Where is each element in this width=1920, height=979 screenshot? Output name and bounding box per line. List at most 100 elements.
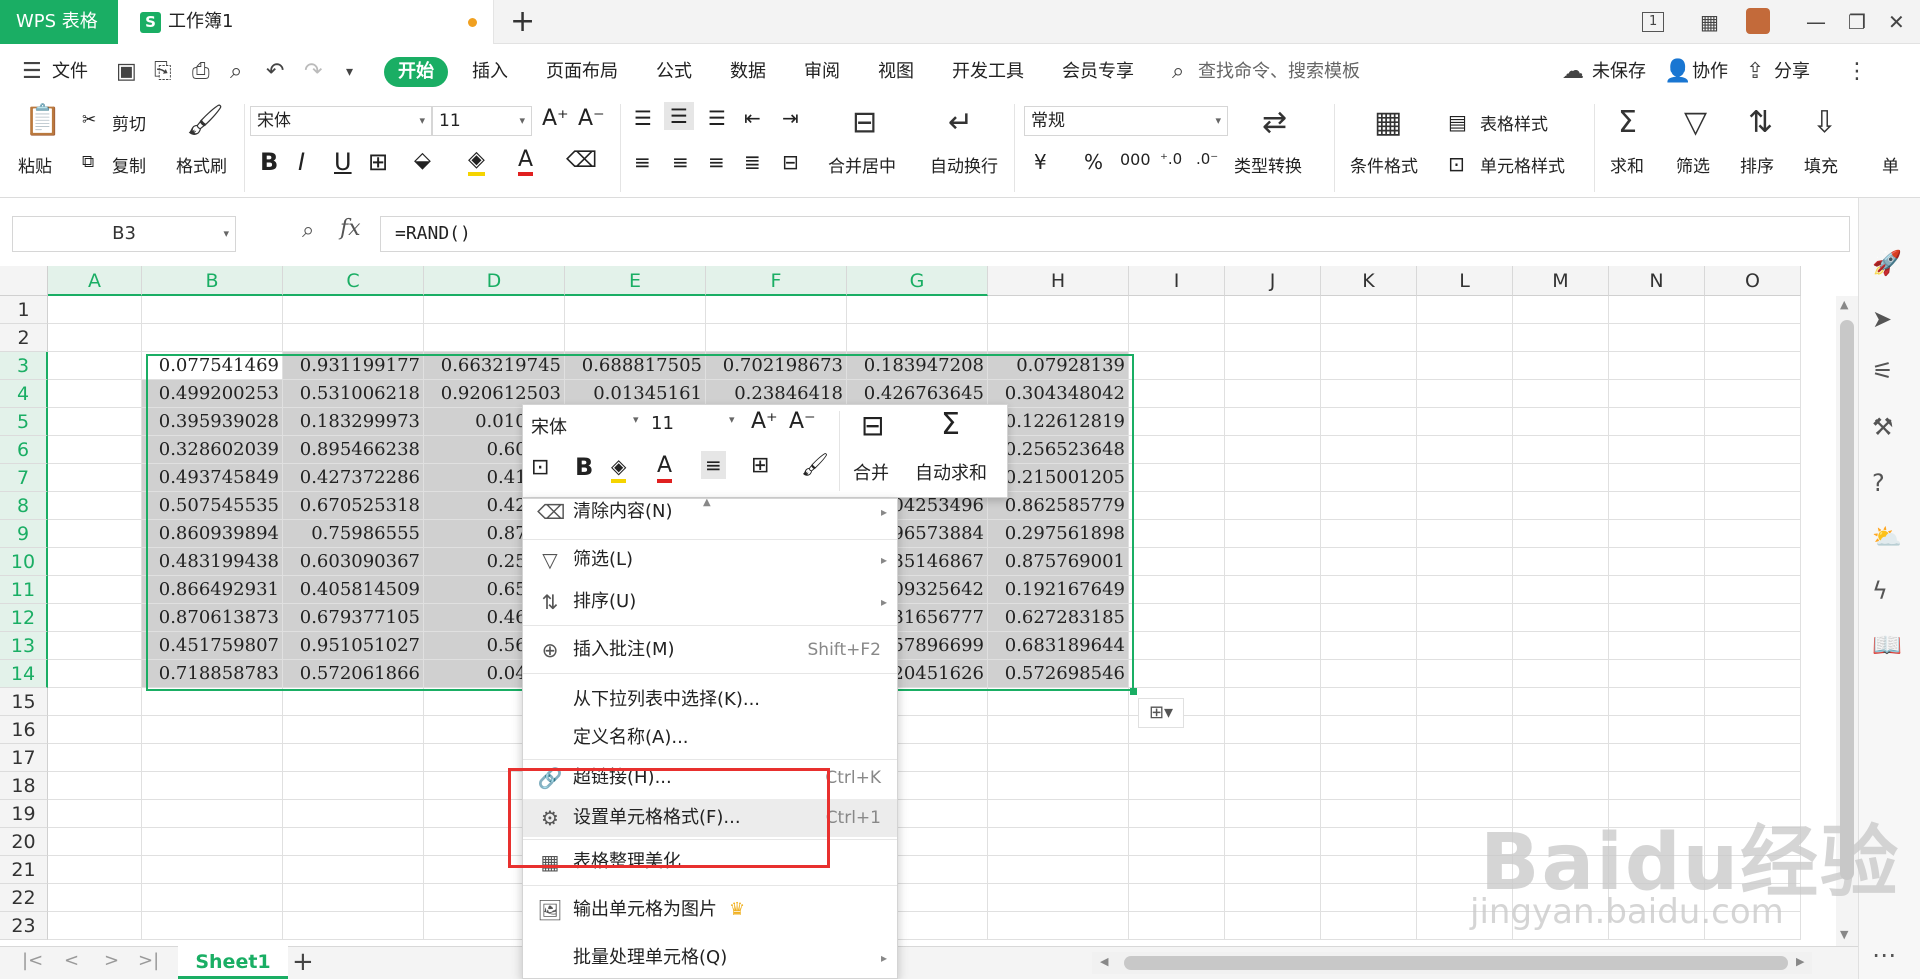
cell[interactable] (424, 296, 565, 324)
increase-font-icon[interactable]: A⁺ (751, 409, 778, 434)
column-header[interactable]: H (988, 266, 1129, 296)
cell[interactable] (1129, 884, 1225, 912)
cell[interactable]: 0.304348042 (988, 380, 1129, 408)
mini-align-icon[interactable]: ≡ (701, 451, 726, 479)
align-bottom-icon[interactable]: ☰ (708, 106, 726, 130)
cell[interactable] (48, 744, 142, 772)
cell[interactable] (1321, 856, 1417, 884)
cell[interactable] (1417, 436, 1513, 464)
column-header[interactable]: G (847, 266, 988, 296)
cell[interactable]: 0.931199177 (283, 352, 424, 380)
align-left-icon[interactable]: ≡ (634, 150, 651, 174)
fill-icon[interactable]: ⇩ (1812, 106, 1837, 140)
menu-item-batch-process[interactable]: 批量处理单元格(Q) ▸ (523, 939, 897, 977)
cell[interactable] (1321, 660, 1417, 688)
cell[interactable]: 0.572061866 (283, 660, 424, 688)
page-view-badge[interactable]: 1 (1642, 12, 1665, 32)
cell[interactable]: 0.862585779 (988, 492, 1129, 520)
cell[interactable] (1321, 576, 1417, 604)
cell[interactable]: 0.702198673 (706, 352, 847, 380)
cell[interactable] (48, 772, 142, 800)
cell[interactable] (48, 492, 142, 520)
row-header[interactable]: 4 (0, 380, 48, 408)
cell[interactable]: 0.875769001 (988, 548, 1129, 576)
cell[interactable] (1705, 576, 1801, 604)
cell[interactable]: 0.395939028 (142, 408, 283, 436)
cell[interactable]: 0.870613873 (142, 604, 283, 632)
cell[interactable] (1225, 576, 1321, 604)
more-icon[interactable]: ⋮ (1846, 58, 1868, 86)
menu-item-define-name[interactable]: 定义名称(A)... (523, 719, 897, 757)
justify-icon[interactable]: ≣ (744, 150, 761, 174)
filter-icon[interactable]: ▽ (1684, 106, 1707, 140)
share-button[interactable]: 分享 (1774, 44, 1810, 100)
cloud-doc-icon[interactable]: ⛅ (1872, 522, 1902, 552)
cell[interactable] (1129, 324, 1225, 352)
cell[interactable]: 0.531006218 (283, 380, 424, 408)
cell[interactable] (847, 296, 988, 324)
cell[interactable] (283, 716, 424, 744)
decrease-font-icon[interactable]: A⁻ (578, 106, 605, 131)
cell[interactable]: 0.493745849 (142, 464, 283, 492)
cell[interactable] (1321, 492, 1417, 520)
last-sheet-icon[interactable]: >| (138, 950, 159, 971)
font-name-combo[interactable]: 宋体 ▾ (250, 106, 432, 136)
menu-item-export-image[interactable]: 🖼 输出单元格为图片 ♛ (523, 891, 897, 929)
merge-center-button[interactable]: 合并居中 (828, 152, 896, 177)
font-color-icon[interactable]: A (518, 148, 534, 176)
tab-page-layout[interactable]: 页面布局 (546, 44, 618, 100)
number-format-combo[interactable]: 常规 ▾ (1024, 106, 1228, 136)
cell-style-icon[interactable]: ⊡ (1448, 152, 1465, 176)
cell[interactable] (48, 604, 142, 632)
cell[interactable]: 0.860939894 (142, 520, 283, 548)
cell[interactable] (48, 716, 142, 744)
cell[interactable] (1417, 464, 1513, 492)
cell[interactable] (142, 912, 283, 940)
help-icon[interactable]: ? (1872, 468, 1885, 498)
increase-decimal-icon[interactable]: ⁺.0 (1160, 150, 1182, 168)
cell[interactable] (1321, 744, 1417, 772)
cell[interactable] (1129, 772, 1225, 800)
cell[interactable] (1705, 492, 1801, 520)
cell[interactable] (1609, 296, 1705, 324)
cell[interactable]: 0.256523648 (988, 436, 1129, 464)
cell[interactable]: 0.75986555 (283, 520, 424, 548)
cell[interactable] (706, 296, 847, 324)
cell[interactable] (142, 772, 283, 800)
row-header[interactable]: 19 (0, 800, 48, 828)
cell[interactable] (1129, 800, 1225, 828)
row-header[interactable]: 1 (0, 296, 48, 324)
lightning-icon[interactable]: ϟ (1872, 576, 1888, 606)
row-header[interactable]: 15 (0, 688, 48, 716)
more-dots-icon[interactable]: ⋯ (1872, 940, 1896, 970)
filter-button[interactable]: 筛选 (1676, 152, 1710, 177)
cell[interactable] (283, 856, 424, 884)
cell[interactable] (1513, 464, 1609, 492)
cell[interactable] (1609, 492, 1705, 520)
cell[interactable] (1129, 520, 1225, 548)
column-header[interactable]: O (1705, 266, 1801, 296)
cell[interactable] (1321, 408, 1417, 436)
mini-autosum-button[interactable]: 自动求和 (915, 459, 987, 485)
conditional-format-icon[interactable]: ▦ (1374, 106, 1402, 140)
cell[interactable] (142, 884, 283, 912)
row-header[interactable]: 23 (0, 912, 48, 940)
cell[interactable] (988, 296, 1129, 324)
sort-icon[interactable]: ⇅ (1748, 106, 1773, 140)
distributed-icon[interactable]: ⊟ (782, 150, 799, 174)
cell[interactable] (565, 296, 706, 324)
cell[interactable] (988, 828, 1129, 856)
cell[interactable] (1321, 716, 1417, 744)
thousands-icon[interactable]: 000 (1120, 150, 1151, 169)
cell[interactable] (283, 772, 424, 800)
cell[interactable] (1225, 828, 1321, 856)
cell[interactable] (1225, 380, 1321, 408)
cell[interactable] (283, 324, 424, 352)
cell[interactable] (1129, 352, 1225, 380)
cell[interactable] (1129, 828, 1225, 856)
align-middle-icon[interactable]: ☰ (664, 102, 694, 130)
cell[interactable] (706, 324, 847, 352)
row-header[interactable]: 6 (0, 436, 48, 464)
mini-font-name[interactable]: 宋体 (531, 413, 567, 439)
cell[interactable] (48, 324, 142, 352)
